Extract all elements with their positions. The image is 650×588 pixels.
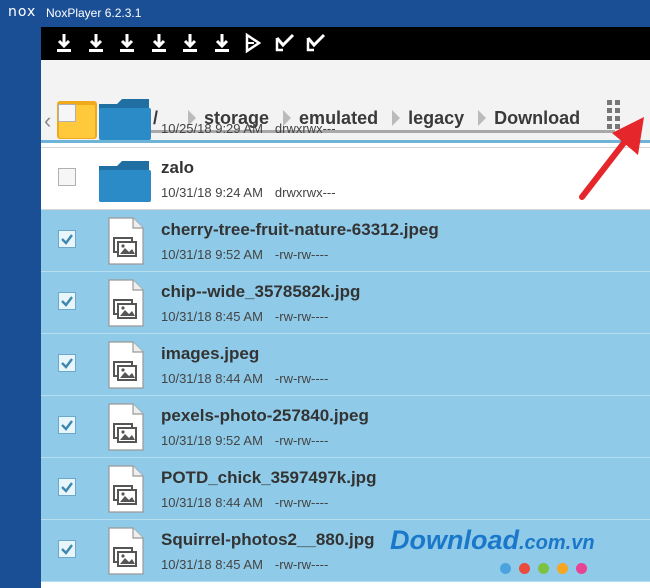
emulator-sidebar: [0, 27, 40, 588]
watermark-dot: [538, 563, 549, 574]
file-name: images.jpeg: [161, 344, 260, 363]
download-icon[interactable]: [148, 32, 170, 54]
watermark-dot: [557, 563, 568, 574]
watermark-text: Download.com.vn: [390, 525, 595, 556]
notification-bar: [41, 27, 650, 60]
file-meta: 10/31/18 9:52 AM -rw-rw----: [161, 433, 328, 448]
play-store-icon[interactable]: [242, 32, 264, 54]
file-date: 10/31/18 9:24 AM: [161, 185, 263, 200]
folder-icon: [97, 154, 151, 204]
download-icon[interactable]: [53, 32, 75, 54]
file-permissions: -rw-rw----: [274, 557, 329, 572]
watermark-dot: [576, 563, 587, 574]
watermark-main: Download: [390, 525, 519, 555]
checkmark-icon[interactable]: [305, 32, 327, 54]
image-file-icon: [97, 402, 151, 452]
file-row[interactable]: pexels-photo-257840.jpeg 10/31/18 9:52 AM…: [41, 396, 650, 458]
file-name: cherry-tree-fruit-nature-63312.jpeg: [161, 220, 439, 239]
checkmark-icon[interactable]: [274, 32, 296, 54]
select-checkbox[interactable]: [58, 354, 76, 372]
file-name: pexels-photo-257840.jpeg: [161, 406, 369, 425]
file-permissions: -rw-rw----: [274, 309, 329, 324]
file-date: 10/31/18 9:52 AM: [161, 247, 263, 262]
select-checkbox[interactable]: [58, 104, 76, 122]
file-permissions: drwxrwx---: [274, 121, 336, 136]
download-icon[interactable]: [85, 32, 107, 54]
file-meta: 10/31/18 8:45 AM -rw-rw----: [161, 557, 328, 572]
file-row[interactable]: images.jpeg 10/31/18 8:44 AM -rw-rw----: [41, 334, 650, 396]
android-screen: ‹ / storage emulated legacy Download 10/25/1…: [41, 27, 650, 588]
image-file-icon: [97, 526, 151, 576]
file-date: 10/31/18 9:52 AM: [161, 433, 263, 448]
file-meta: 10/31/18 8:44 AM -rw-rw----: [161, 495, 328, 510]
select-checkbox[interactable]: [58, 416, 76, 434]
folder-row[interactable]: zalo 10/31/18 9:24 AM drwxrwx---: [41, 148, 650, 210]
image-file-icon: [97, 216, 151, 266]
file-permissions: -rw-rw----: [274, 495, 329, 510]
file-meta: 10/31/18 8:45 AM -rw-rw----: [161, 309, 328, 324]
title-bar: nox NoxPlayer 6.2.3.1: [0, 0, 650, 27]
select-checkbox[interactable]: [58, 292, 76, 310]
file-date: 10/31/18 8:45 AM: [161, 557, 263, 572]
file-permissions: -rw-rw----: [274, 433, 329, 448]
select-checkbox[interactable]: [58, 168, 76, 186]
watermark-dots: [500, 563, 587, 574]
download-icon[interactable]: [116, 32, 138, 54]
file-row[interactable]: chip--wide_3578582k.jpg 10/31/18 8:45 AM -…: [41, 272, 650, 334]
download-icon[interactable]: [211, 32, 233, 54]
window-title: NoxPlayer 6.2.3.1: [46, 6, 142, 20]
select-checkbox[interactable]: [58, 230, 76, 248]
file-row[interactable]: POTD_chick_3597497k.jpg 10/31/18 8:44 AM -…: [41, 458, 650, 520]
file-name: chip--wide_3578582k.jpg: [161, 282, 361, 301]
watermark-dot: [500, 563, 511, 574]
file-name: POTD_chick_3597497k.jpg: [161, 468, 377, 487]
image-file-icon: [97, 340, 151, 390]
file-list: 10/25/18 9:29 AM drwxrwx--- zalo 10/31/18 9…: [41, 99, 650, 582]
file-row[interactable]: cherry-tree-fruit-nature-63312.jpeg 10/31…: [41, 210, 650, 272]
file-permissions: -rw-rw----: [274, 247, 329, 262]
file-meta: 10/31/18 9:24 AM drwxrwx---: [161, 185, 336, 200]
file-permissions: drwxrwx---: [274, 185, 336, 200]
file-date: 10/31/18 8:44 AM: [161, 495, 263, 510]
watermark-dot: [519, 563, 530, 574]
file-name: Squirrel-photos2__880.jpg: [161, 530, 375, 549]
file-date: 10/25/18 9:29 AM: [161, 121, 263, 136]
file-date: 10/31/18 8:44 AM: [161, 371, 263, 386]
watermark-suffix: .com.vn: [519, 532, 595, 554]
file-meta: 10/31/18 8:44 AM -rw-rw----: [161, 371, 328, 386]
download-vn-watermark: Download.com.vn: [390, 525, 630, 585]
file-permissions: -rw-rw----: [274, 371, 329, 386]
select-checkbox[interactable]: [58, 540, 76, 558]
file-name: zalo: [161, 158, 195, 177]
red-arrow-annotation: [579, 117, 644, 200]
file-meta: 10/25/18 9:29 AM drwxrwx---: [161, 121, 336, 136]
nox-logo: nox: [8, 4, 37, 20]
image-file-icon: [97, 278, 151, 328]
image-file-icon: [97, 464, 151, 514]
select-checkbox[interactable]: [58, 478, 76, 496]
folder-row[interactable]: 10/25/18 9:29 AM drwxrwx---: [41, 99, 650, 148]
folder-icon: [97, 92, 151, 142]
download-icon[interactable]: [179, 32, 201, 54]
file-date: 10/31/18 8:45 AM: [161, 309, 263, 324]
file-meta: 10/31/18 9:52 AM -rw-rw----: [161, 247, 328, 262]
